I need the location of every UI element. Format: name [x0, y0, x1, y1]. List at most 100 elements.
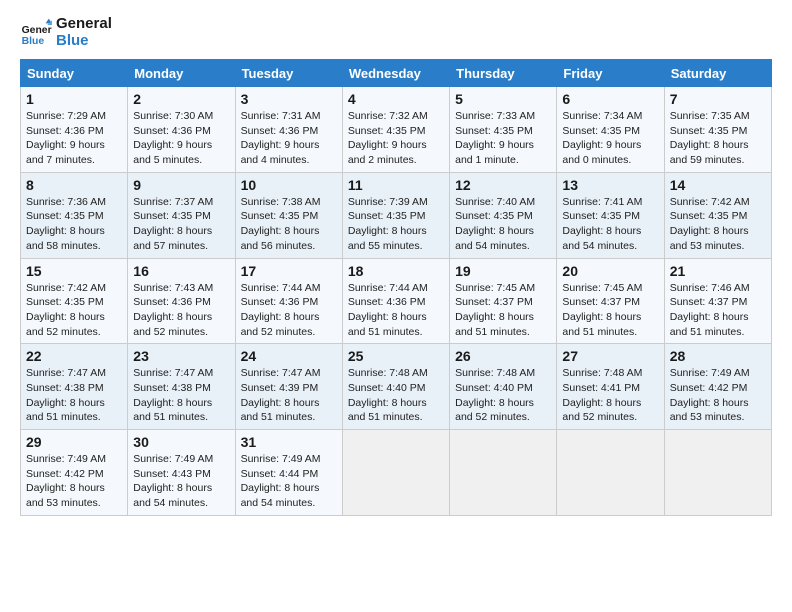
- day-info: Sunrise: 7:31 AMSunset: 4:36 PMDaylight:…: [241, 109, 337, 168]
- day-cell: [450, 430, 557, 516]
- day-info: Sunrise: 7:47 AMSunset: 4:38 PMDaylight:…: [133, 366, 229, 425]
- day-info: Sunrise: 7:33 AMSunset: 4:35 PMDaylight:…: [455, 109, 551, 168]
- week-row-5: 29 Sunrise: 7:49 AMSunset: 4:42 PMDaylig…: [21, 430, 772, 516]
- day-cell: 31 Sunrise: 7:49 AMSunset: 4:44 PMDaylig…: [235, 430, 342, 516]
- day-number: 16: [133, 263, 229, 279]
- day-info: Sunrise: 7:29 AMSunset: 4:36 PMDaylight:…: [26, 109, 122, 168]
- day-info: Sunrise: 7:36 AMSunset: 4:35 PMDaylight:…: [26, 195, 122, 254]
- day-cell: 26 Sunrise: 7:48 AMSunset: 4:40 PMDaylig…: [450, 344, 557, 430]
- day-number: 1: [26, 91, 122, 107]
- col-header-thursday: Thursday: [450, 60, 557, 87]
- day-cell: 30 Sunrise: 7:49 AMSunset: 4:43 PMDaylig…: [128, 430, 235, 516]
- day-number: 10: [241, 177, 337, 193]
- day-cell: 13 Sunrise: 7:41 AMSunset: 4:35 PMDaylig…: [557, 172, 664, 258]
- logo-icon: General Blue: [20, 17, 52, 49]
- day-info: Sunrise: 7:38 AMSunset: 4:35 PMDaylight:…: [241, 195, 337, 254]
- day-number: 26: [455, 348, 551, 364]
- day-info: Sunrise: 7:42 AMSunset: 4:35 PMDaylight:…: [670, 195, 766, 254]
- day-info: Sunrise: 7:48 AMSunset: 4:40 PMDaylight:…: [455, 366, 551, 425]
- col-header-wednesday: Wednesday: [342, 60, 449, 87]
- col-header-monday: Monday: [128, 60, 235, 87]
- col-header-saturday: Saturday: [664, 60, 771, 87]
- day-number: 27: [562, 348, 658, 364]
- day-info: Sunrise: 7:30 AMSunset: 4:36 PMDaylight:…: [133, 109, 229, 168]
- day-info: Sunrise: 7:48 AMSunset: 4:41 PMDaylight:…: [562, 366, 658, 425]
- day-info: Sunrise: 7:48 AMSunset: 4:40 PMDaylight:…: [348, 366, 444, 425]
- day-cell: 15 Sunrise: 7:42 AMSunset: 4:35 PMDaylig…: [21, 258, 128, 344]
- week-row-3: 15 Sunrise: 7:42 AMSunset: 4:35 PMDaylig…: [21, 258, 772, 344]
- day-info: Sunrise: 7:49 AMSunset: 4:44 PMDaylight:…: [241, 452, 337, 511]
- day-cell: 25 Sunrise: 7:48 AMSunset: 4:40 PMDaylig…: [342, 344, 449, 430]
- day-number: 9: [133, 177, 229, 193]
- day-number: 24: [241, 348, 337, 364]
- day-cell: 5 Sunrise: 7:33 AMSunset: 4:35 PMDayligh…: [450, 87, 557, 173]
- day-number: 4: [348, 91, 444, 107]
- page-header: General Blue General Blue: [20, 16, 772, 49]
- day-cell: 28 Sunrise: 7:49 AMSunset: 4:42 PMDaylig…: [664, 344, 771, 430]
- day-number: 15: [26, 263, 122, 279]
- week-row-1: 1 Sunrise: 7:29 AMSunset: 4:36 PMDayligh…: [21, 87, 772, 173]
- col-header-friday: Friday: [557, 60, 664, 87]
- day-number: 6: [562, 91, 658, 107]
- calendar-table: SundayMondayTuesdayWednesdayThursdayFrid…: [20, 59, 772, 516]
- day-info: Sunrise: 7:45 AMSunset: 4:37 PMDaylight:…: [562, 281, 658, 340]
- day-number: 29: [26, 434, 122, 450]
- week-row-4: 22 Sunrise: 7:47 AMSunset: 4:38 PMDaylig…: [21, 344, 772, 430]
- day-cell: 4 Sunrise: 7:32 AMSunset: 4:35 PMDayligh…: [342, 87, 449, 173]
- day-number: 12: [455, 177, 551, 193]
- day-info: Sunrise: 7:46 AMSunset: 4:37 PMDaylight:…: [670, 281, 766, 340]
- day-info: Sunrise: 7:34 AMSunset: 4:35 PMDaylight:…: [562, 109, 658, 168]
- day-cell: 2 Sunrise: 7:30 AMSunset: 4:36 PMDayligh…: [128, 87, 235, 173]
- day-info: Sunrise: 7:44 AMSunset: 4:36 PMDaylight:…: [241, 281, 337, 340]
- day-cell: 12 Sunrise: 7:40 AMSunset: 4:35 PMDaylig…: [450, 172, 557, 258]
- day-cell: 17 Sunrise: 7:44 AMSunset: 4:36 PMDaylig…: [235, 258, 342, 344]
- day-info: Sunrise: 7:43 AMSunset: 4:36 PMDaylight:…: [133, 281, 229, 340]
- col-header-sunday: Sunday: [21, 60, 128, 87]
- day-info: Sunrise: 7:45 AMSunset: 4:37 PMDaylight:…: [455, 281, 551, 340]
- day-cell: 16 Sunrise: 7:43 AMSunset: 4:36 PMDaylig…: [128, 258, 235, 344]
- header-row: SundayMondayTuesdayWednesdayThursdayFrid…: [21, 60, 772, 87]
- day-cell: 3 Sunrise: 7:31 AMSunset: 4:36 PMDayligh…: [235, 87, 342, 173]
- day-cell: [664, 430, 771, 516]
- svg-text:Blue: Blue: [22, 36, 45, 47]
- day-number: 30: [133, 434, 229, 450]
- logo-line2: Blue: [56, 33, 112, 50]
- day-number: 31: [241, 434, 337, 450]
- svg-text:General: General: [22, 25, 52, 36]
- week-row-2: 8 Sunrise: 7:36 AMSunset: 4:35 PMDayligh…: [21, 172, 772, 258]
- day-number: 23: [133, 348, 229, 364]
- day-info: Sunrise: 7:49 AMSunset: 4:42 PMDaylight:…: [670, 366, 766, 425]
- day-info: Sunrise: 7:44 AMSunset: 4:36 PMDaylight:…: [348, 281, 444, 340]
- day-number: 11: [348, 177, 444, 193]
- day-cell: 7 Sunrise: 7:35 AMSunset: 4:35 PMDayligh…: [664, 87, 771, 173]
- day-cell: 1 Sunrise: 7:29 AMSunset: 4:36 PMDayligh…: [21, 87, 128, 173]
- day-cell: 9 Sunrise: 7:37 AMSunset: 4:35 PMDayligh…: [128, 172, 235, 258]
- day-number: 22: [26, 348, 122, 364]
- day-cell: [342, 430, 449, 516]
- day-number: 13: [562, 177, 658, 193]
- day-info: Sunrise: 7:42 AMSunset: 4:35 PMDaylight:…: [26, 281, 122, 340]
- day-number: 14: [670, 177, 766, 193]
- day-info: Sunrise: 7:35 AMSunset: 4:35 PMDaylight:…: [670, 109, 766, 168]
- day-info: Sunrise: 7:37 AMSunset: 4:35 PMDaylight:…: [133, 195, 229, 254]
- day-cell: 8 Sunrise: 7:36 AMSunset: 4:35 PMDayligh…: [21, 172, 128, 258]
- day-cell: 11 Sunrise: 7:39 AMSunset: 4:35 PMDaylig…: [342, 172, 449, 258]
- day-cell: 10 Sunrise: 7:38 AMSunset: 4:35 PMDaylig…: [235, 172, 342, 258]
- day-cell: 6 Sunrise: 7:34 AMSunset: 4:35 PMDayligh…: [557, 87, 664, 173]
- logo-line1: General: [56, 16, 112, 33]
- day-info: Sunrise: 7:32 AMSunset: 4:35 PMDaylight:…: [348, 109, 444, 168]
- logo: General Blue General Blue: [20, 16, 112, 49]
- day-cell: 19 Sunrise: 7:45 AMSunset: 4:37 PMDaylig…: [450, 258, 557, 344]
- day-info: Sunrise: 7:49 AMSunset: 4:42 PMDaylight:…: [26, 452, 122, 511]
- day-number: 25: [348, 348, 444, 364]
- day-cell: [557, 430, 664, 516]
- day-number: 2: [133, 91, 229, 107]
- day-number: 17: [241, 263, 337, 279]
- day-number: 21: [670, 263, 766, 279]
- day-cell: 21 Sunrise: 7:46 AMSunset: 4:37 PMDaylig…: [664, 258, 771, 344]
- day-info: Sunrise: 7:47 AMSunset: 4:39 PMDaylight:…: [241, 366, 337, 425]
- day-cell: 23 Sunrise: 7:47 AMSunset: 4:38 PMDaylig…: [128, 344, 235, 430]
- day-info: Sunrise: 7:40 AMSunset: 4:35 PMDaylight:…: [455, 195, 551, 254]
- day-number: 5: [455, 91, 551, 107]
- day-cell: 27 Sunrise: 7:48 AMSunset: 4:41 PMDaylig…: [557, 344, 664, 430]
